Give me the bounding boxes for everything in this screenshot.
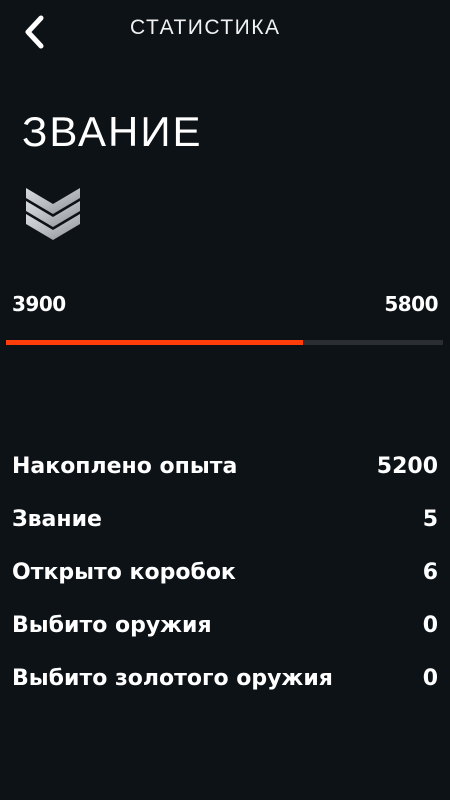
- progress-max-label: 5800: [384, 292, 438, 316]
- experience-progress-bar: [6, 340, 443, 345]
- stat-row: Накоплено опыта 5200: [12, 440, 438, 493]
- stat-label: Звание: [12, 507, 102, 532]
- stat-value: 0: [422, 613, 438, 638]
- stat-row: Выбито оружия 0: [12, 599, 438, 652]
- back-button[interactable]: [14, 12, 54, 52]
- stat-label: Накоплено опыта: [12, 454, 238, 479]
- stats-list: Накоплено опыта 5200 Звание 5 Открыто ко…: [12, 440, 438, 705]
- stat-row: Звание 5: [12, 493, 438, 546]
- progress-min-label: 3900: [12, 292, 66, 316]
- stat-value: 5: [422, 507, 438, 532]
- stat-label: Открыто коробок: [12, 560, 236, 585]
- stat-value: 6: [422, 560, 438, 585]
- page-title: СТАТИСТИКА: [130, 16, 281, 39]
- experience-progress-fill: [6, 340, 304, 345]
- stat-row: Выбито золотого оружия 0: [12, 652, 438, 705]
- chevron-left-icon: [25, 15, 44, 49]
- stat-row: Открыто коробок 6: [12, 546, 438, 599]
- stat-value: 0: [422, 666, 438, 691]
- rank-chevrons-icon: [26, 188, 80, 240]
- stat-value: 5200: [376, 454, 438, 479]
- stat-label: Выбито оружия: [12, 613, 212, 638]
- rank-heading: ЗВАНИЕ: [22, 108, 203, 155]
- header-bar: СТАТИСТИКА: [0, 0, 450, 64]
- stat-label: Выбито золотого оружия: [12, 666, 333, 691]
